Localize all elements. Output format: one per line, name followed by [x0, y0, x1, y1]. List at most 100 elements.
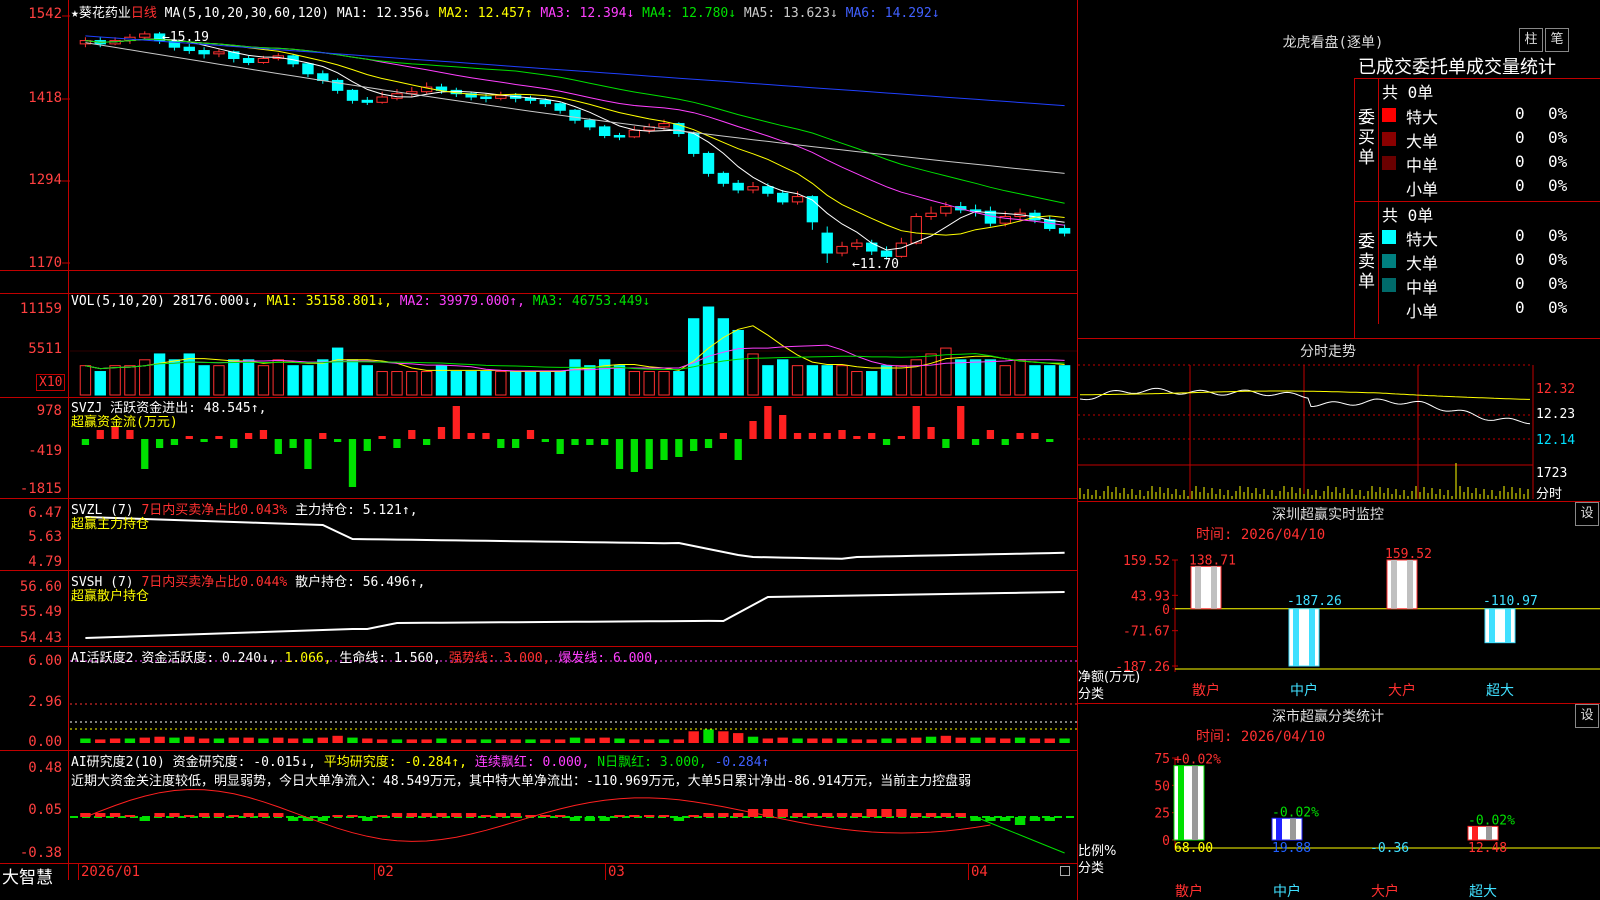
svzj-bar — [571, 439, 579, 445]
ai2-axis-1: 0.48 — [28, 760, 62, 776]
volume-bar — [198, 365, 210, 396]
brand-logo[interactable]: 大智慧 — [2, 863, 53, 888]
volume-bar — [777, 359, 789, 396]
intra-price-3: 12.14 — [1536, 433, 1576, 448]
activity-bar — [629, 739, 640, 743]
svzj-bar — [81, 439, 90, 445]
period-label[interactable]: 日线 — [131, 6, 157, 21]
candle — [539, 99, 552, 105]
activity-bar — [955, 737, 966, 743]
candle — [851, 242, 863, 247]
activity-bar — [243, 737, 254, 743]
volume-bar — [124, 365, 136, 396]
svzl-sub: 超赢主力持仓 — [71, 517, 150, 532]
sz-stat-bar-shade-3 — [1472, 826, 1478, 840]
volume-chart[interactable] — [0, 294, 1077, 397]
research-bar — [109, 813, 121, 817]
svzj-sub: 超赢资金流(万元) — [71, 415, 178, 430]
ai2-t5: -0.284↑ — [714, 755, 770, 770]
svzj-bar — [333, 439, 342, 442]
svzj-bar — [630, 439, 638, 472]
svsh-axis-3: 54.43 — [19, 630, 62, 646]
candle — [687, 133, 700, 154]
research-bar — [480, 815, 492, 817]
research-bar — [80, 813, 91, 817]
activity-bar — [925, 736, 937, 743]
svzj-bar — [704, 439, 713, 448]
candle — [910, 216, 922, 244]
sz-stat-cat-2: 大户 — [1371, 883, 1399, 900]
ma6-line — [85, 35, 1065, 107]
svsh-text2: 散户持仓: 56.496↑, — [295, 575, 426, 590]
activity-bar — [391, 739, 403, 743]
research-bar — [184, 815, 195, 817]
volume-bar — [539, 371, 552, 396]
research-bar — [213, 813, 225, 817]
sz-monitor-cat-2: 大户 — [1388, 682, 1416, 699]
svzj-panel[interactable]: SVZJ 活跃资金进出: 48.545↑, 超赢资金流(万元) 978 -419… — [0, 397, 1077, 499]
lhb-subtitle: 已成交委托单成交量统计 — [1358, 57, 1556, 78]
volume-bar — [287, 365, 299, 396]
research-bar — [317, 817, 328, 821]
activity-bar — [228, 737, 239, 743]
svzl-panel[interactable]: SVZL (7) 7日内买卖净占比0.043% 主力持仓: 5.121↑, 超赢… — [0, 499, 1077, 571]
ai-activity-panel[interactable]: AI活跃度2 资金活跃度: 0.240↓, 1.066, 生命线: 1.560,… — [0, 647, 1077, 751]
activity-bar — [510, 739, 521, 743]
research-bar — [169, 813, 180, 817]
lhb-bar-button[interactable]: 柱 — [1519, 28, 1543, 52]
volume-bar — [480, 371, 492, 396]
intra-vol-label: 1723 — [1536, 466, 1568, 481]
svzj-bar — [853, 436, 861, 439]
svzj-bar — [556, 439, 564, 454]
research-bar — [362, 817, 373, 821]
buy-l-count: 0 — [1515, 128, 1525, 147]
buy-row-s: 小单 0 0% — [1380, 175, 1570, 199]
intra-avg-line — [1079, 390, 1530, 400]
activity-bar — [851, 739, 863, 743]
stock-name[interactable]: ★葵花药业 — [71, 6, 131, 21]
buy-xl-swatch — [1382, 108, 1396, 122]
ai-research-panel[interactable]: AI研究度2(10) 资金研究度: -0.015↓, 平均研究度: -0.284… — [0, 751, 1077, 863]
svzj-bar — [601, 439, 609, 445]
sz-stat-chart[interactable]: 75 50 25 0 +0.02% 68.00 散户 -0.02% 19.88 中户 -0.36 大户… — [1078, 704, 1600, 900]
activity-bar — [169, 737, 180, 743]
price-panel[interactable]: ★葵花药业日线 MA(5,10,20,30,60,120) MA1: 12.35… — [0, 0, 1077, 272]
activity-bar — [970, 737, 981, 743]
activity-bar — [480, 739, 492, 743]
lock-icon[interactable] — [1060, 866, 1070, 876]
lhb-vdivider — [1354, 78, 1355, 338]
svzj-bar — [645, 439, 653, 469]
ai1-t3: 生命线: 1.560, — [339, 651, 442, 666]
sz-monitor-panel[interactable]: 深圳超赢实时监控 设 时间: 2026/04/10 159.52 43.93 0 -7… — [1078, 502, 1600, 704]
research-bar — [614, 815, 625, 817]
sz-stat-panel[interactable]: 深市超赢分类统计 设 时间: 2026/04/10 75 50 25 0 +0.02% 6… — [1078, 704, 1600, 900]
buy-l-swatch — [1382, 132, 1396, 146]
svzj-bar — [259, 430, 268, 439]
ma-legend: ★葵花药业日线 MA(5,10,20,30,60,120) MA1: 12.35… — [71, 2, 940, 21]
candle — [376, 96, 388, 103]
sz-stat-bar-shade2-3 — [1486, 826, 1492, 840]
svzj-bar — [586, 439, 594, 445]
sz-stat-bar-shade-0 — [1178, 765, 1184, 840]
volume-bar — [109, 365, 121, 396]
sz-monitor-chart[interactable]: 159.5243.930-71.67-187.26138.71散户-187.26… — [1078, 502, 1600, 703]
buy-s-name: 小单 — [1406, 180, 1439, 199]
intraday-panel[interactable]: 分时走势 12.32 12.23 12.14 1723 分时 — [1078, 339, 1600, 502]
volume-panel[interactable]: VOL(5,10,20) 28176.000↓, MA1: 35158.801↓… — [0, 293, 1077, 398]
svsh-panel[interactable]: SVSH (7) 7日内买卖净占比0.044% 散户持仓: 56.496↑, 超… — [0, 571, 1077, 647]
vol-ma3: MA3: 46753.449↓ — [532, 294, 651, 309]
intraday-chart[interactable] — [1078, 339, 1600, 501]
activity-bar — [747, 736, 759, 743]
sz-monitor-bar-shade2-0 — [1211, 566, 1217, 609]
low-note: ←11.70 — [852, 257, 899, 272]
activity-bar — [643, 739, 655, 743]
activity-bar — [362, 738, 373, 743]
activity-bar — [287, 738, 299, 743]
research-bar — [495, 813, 507, 817]
svzj-bar — [1016, 433, 1024, 439]
activity-bar — [911, 737, 922, 743]
lhb-tick-button[interactable]: 笔 — [1545, 28, 1569, 52]
svzj-bar — [215, 436, 223, 439]
candle — [658, 123, 670, 128]
svzj-bar — [393, 439, 401, 448]
